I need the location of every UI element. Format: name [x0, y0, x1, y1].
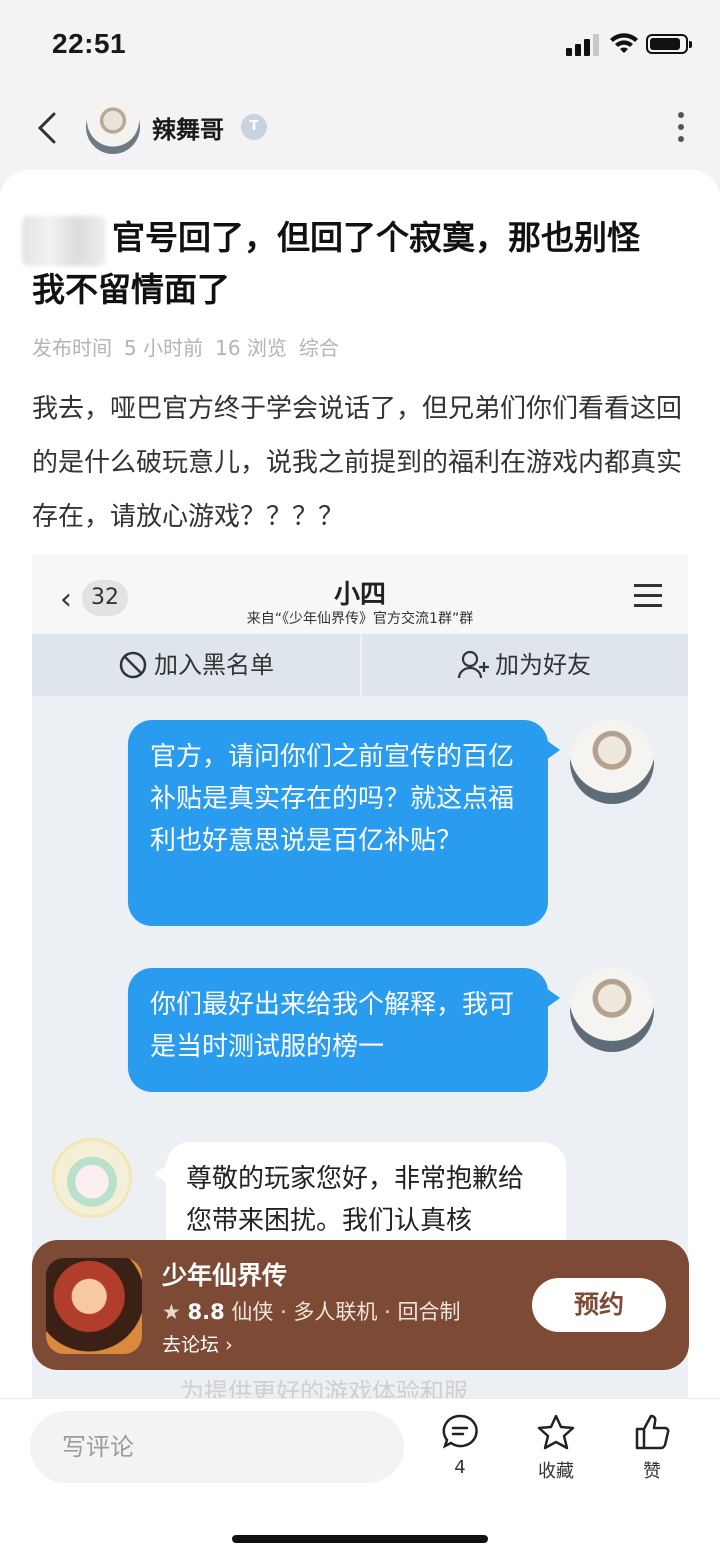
block-action: 加入黑名单 — [32, 634, 362, 696]
signal-icon — [566, 34, 599, 56]
publish-label: 发布时间 — [32, 336, 112, 360]
publish-time: 5 小时前 — [124, 336, 204, 360]
chat-actions: 加入黑名单 加为好友 — [32, 634, 688, 696]
chat-header: ‹ 32 小四 来自“《少年仙界传》官方交流1群”群 — [32, 554, 688, 634]
back-icon[interactable] — [28, 108, 68, 148]
like-label: 赞 — [643, 1461, 661, 1482]
add-friend-action: 加为好友 — [360, 634, 688, 696]
block-icon — [119, 651, 147, 679]
star-icon — [537, 1414, 575, 1450]
post-title: 官号回了，但回了个寂寞，那也别怪我不留情面了 — [32, 218, 640, 309]
comment-count: 4 — [454, 1457, 466, 1478]
add-friend-label: 加为好友 — [495, 651, 591, 679]
chat-source: 来自“《少年仙界传》官方交流1群”群 — [246, 611, 474, 627]
favorite-button[interactable]: 收藏 — [521, 1413, 591, 1483]
status-time: 22:51 — [52, 28, 127, 59]
book-button[interactable]: 预约 — [532, 1278, 666, 1332]
post-meta: 发布时间 5 小时前 16 浏览 综合 — [32, 332, 351, 361]
author-name[interactable]: 辣舞哥 — [152, 110, 224, 145]
author-level-badge: T — [241, 114, 267, 140]
home-indicator — [232, 1535, 488, 1543]
favorite-label: 收藏 — [538, 1461, 574, 1482]
status-bar: 22:51 — [0, 0, 720, 90]
chevron-right-icon: › — [225, 1334, 233, 1356]
comment-button[interactable]: 4 — [425, 1413, 495, 1478]
comment-input[interactable]: 写评论 — [30, 1411, 404, 1483]
forum-link-label: 去论坛 — [162, 1334, 220, 1356]
sender-avatar — [570, 720, 654, 804]
bottom-bar: 写评论 4 收藏 赞 — [0, 1398, 720, 1560]
rating-star-icon: ★ — [162, 1300, 181, 1324]
chat-message: 你们最好出来给我个解释，我可是当时测试服的榜一 — [128, 968, 560, 1092]
comment-icon — [442, 1414, 478, 1449]
chat-message: 官方，请问你们之前宣传的百亿补贴是真实存在的吗？就这点福利也好意思说是百亿补贴？ — [128, 720, 560, 926]
official-avatar — [52, 1138, 132, 1218]
game-rating: 8.8 — [187, 1300, 225, 1324]
author-avatar[interactable] — [86, 100, 140, 154]
thumbs-up-icon — [635, 1414, 670, 1450]
forum-link[interactable]: 去论坛 › — [162, 1330, 233, 1357]
menu-icon — [634, 584, 662, 608]
game-promo-card[interactable]: 少年仙界传 ★ 8.8 仙侠 · 多人联机 · 回合制 去论坛 › 预约 — [32, 1240, 689, 1370]
game-tags: 仙侠 · 多人联机 · 回合制 — [231, 1300, 461, 1324]
post-category: 综合 — [298, 336, 339, 360]
more-icon[interactable] — [664, 108, 698, 148]
post-body: 我去，哑巴官方终于学会说话了，但兄弟们你们看看这回的是什么破玩意儿，说我之前提到… — [32, 394, 683, 532]
view-count: 16 浏览 — [215, 336, 287, 360]
battery-icon — [646, 34, 692, 54]
sender-avatar — [570, 968, 654, 1052]
block-label: 加入黑名单 — [154, 651, 274, 679]
add-friend-icon — [457, 650, 489, 679]
game-name: 少年仙界传 — [162, 1261, 288, 1290]
game-meta: ★ 8.8 仙侠 · 多人联机 · 回合制 — [162, 1296, 460, 1326]
post-header: 辣舞哥 T — [0, 96, 720, 160]
post-card: 官号回了，但回了个寂寞，那也别怪我不留情面了 发布时间 5 小时前 16 浏览 综合 … — [0, 170, 720, 1410]
like-button[interactable]: 赞 — [617, 1413, 687, 1483]
wifi-icon — [610, 33, 638, 53]
game-icon — [46, 1258, 142, 1354]
chat-name: 小四 — [333, 580, 386, 610]
